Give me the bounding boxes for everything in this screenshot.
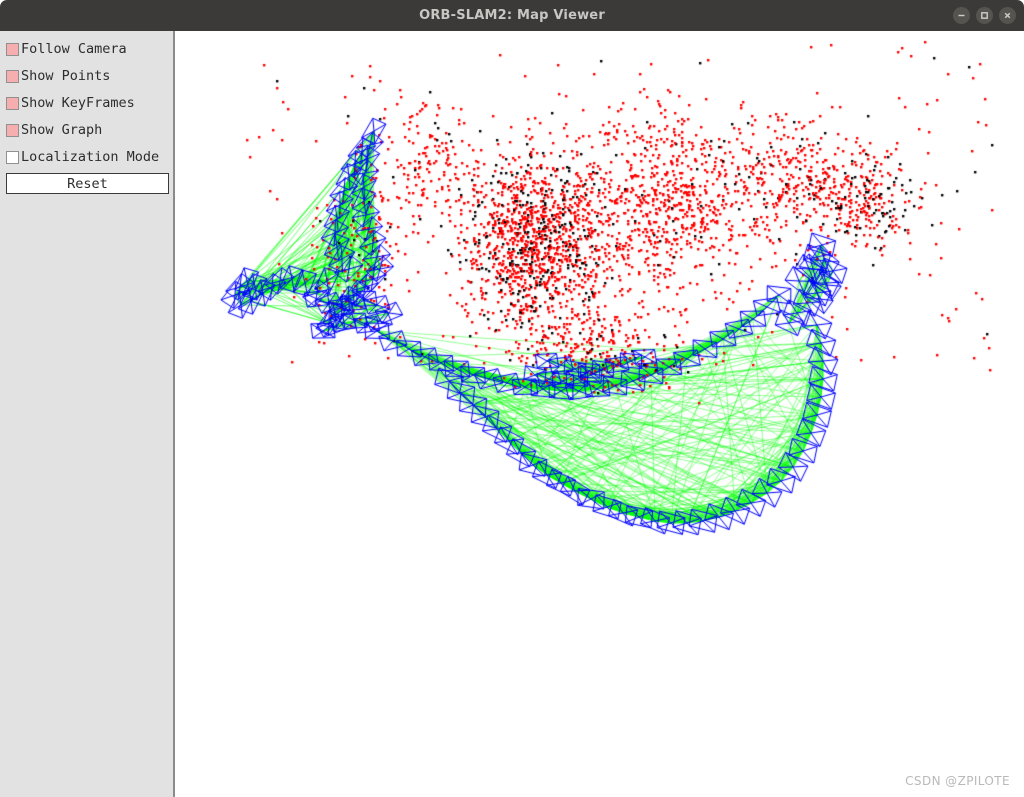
watermark-text: CSDN @ZPILOTE [905,774,1010,788]
checkbox-box[interactable] [6,150,19,164]
window-titlebar[interactable]: ORB-SLAM2: Map Viewer [0,0,1024,31]
minimize-icon [956,10,967,21]
control-panel-sidebar: Follow Camera Show Points Show KeyFrames Sh… [0,31,175,797]
minimize-button[interactable] [953,7,970,24]
checkbox-box[interactable] [6,42,19,56]
checkbox-label: Show Graph [21,122,103,138]
close-button[interactable] [999,7,1016,24]
checkbox-box[interactable] [6,96,19,110]
maximize-button[interactable] [976,7,993,24]
map-viewport[interactable]: CSDN @ZPILOTE [177,31,1024,797]
checkbox-show-graph[interactable]: Show Graph [6,120,102,140]
checkbox-box[interactable] [6,69,19,83]
orb-slam2-map-viewer-window: ORB-SLAM2: Map Viewer Follow Camera Show… [0,0,1024,797]
checkbox-label: Show Points [21,68,111,84]
maximize-icon [979,10,990,21]
window-controls [953,0,1016,31]
close-icon [1002,10,1013,21]
reset-button-label: Reset [67,175,108,192]
checkbox-label: Show KeyFrames [21,95,135,111]
checkbox-box[interactable] [6,123,19,137]
checkbox-label: Follow Camera [21,41,127,57]
checkbox-label: Localization Mode [21,149,160,165]
reset-button[interactable]: Reset [6,173,169,194]
checkbox-show-keyframes[interactable]: Show KeyFrames [6,93,135,113]
checkbox-localization-mode[interactable]: Localization Mode [6,147,159,167]
checkbox-follow-camera[interactable]: Follow Camera [6,39,127,59]
checkbox-show-points[interactable]: Show Points [6,66,110,86]
map-render-canvas[interactable] [177,31,1024,797]
window-title: ORB-SLAM2: Map Viewer [419,8,605,23]
